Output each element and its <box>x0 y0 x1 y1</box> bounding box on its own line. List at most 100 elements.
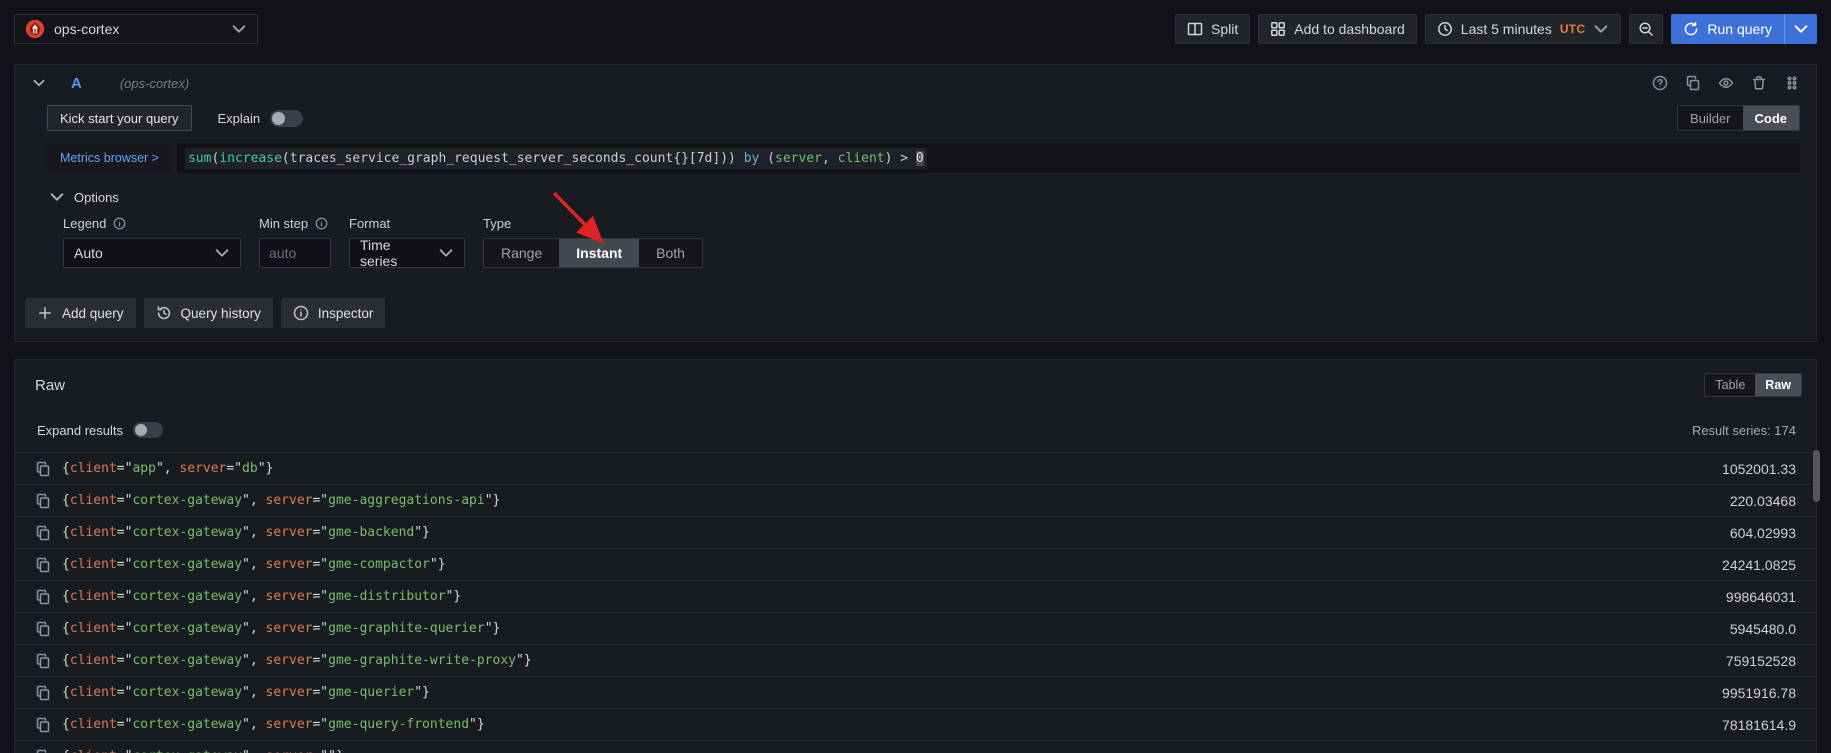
label-punct: =" <box>312 621 329 636</box>
zoom-out-button[interactable] <box>1629 14 1664 44</box>
copy-icon[interactable] <box>35 525 51 541</box>
add-query-label: Add query <box>62 305 124 321</box>
label-value-server: gme-aggregations-api <box>328 493 485 508</box>
copy-icon[interactable] <box>35 653 51 669</box>
query-ref-id[interactable]: A <box>71 75 82 92</box>
label-punct: { <box>62 557 70 572</box>
series-label: {client="cortex-gateway", server="gme-gr… <box>62 653 532 668</box>
label-punct: ", <box>242 621 266 636</box>
add-query-button[interactable]: Add query <box>25 298 136 328</box>
results-header: Raw Table Raw <box>15 360 1816 398</box>
type-instant[interactable]: Instant <box>559 239 640 267</box>
series-value: 78181614.9 <box>1722 716 1796 733</box>
result-row[interactable]: {client="cortex-gateway", server="gme-co… <box>15 548 1816 580</box>
copy-icon[interactable] <box>35 461 51 477</box>
label-punct: { <box>62 589 70 604</box>
options-section-toggle[interactable]: Options <box>49 189 1800 205</box>
drag-handle-icon[interactable] <box>1784 75 1800 91</box>
query-field-row: Metrics browser > sum (increase(traces_se… <box>47 143 1800 173</box>
help-icon[interactable] <box>1652 75 1668 91</box>
type-both[interactable]: Both <box>639 239 702 267</box>
query-code-editor[interactable]: sum (increase(traces_service_graph_reques… <box>176 143 1800 173</box>
label-value-server: gme-query-frontend <box>328 717 470 732</box>
timezone-badge: UTC <box>1559 22 1586 36</box>
copy-icon[interactable] <box>35 557 51 573</box>
series-value: 24241.0825 <box>1722 556 1796 573</box>
datasource-picker[interactable]: ops-cortex <box>14 14 258 44</box>
min-step-input[interactable] <box>259 238 331 268</box>
result-row[interactable]: {client="app", server="db"} 1052001.33 <box>15 452 1816 484</box>
eye-icon[interactable] <box>1718 75 1734 91</box>
legend-field: Legend Auto <box>63 215 241 268</box>
run-query-dropdown[interactable] <box>1784 14 1817 44</box>
chevron-down-icon <box>231 21 247 37</box>
mode-code[interactable]: Code <box>1742 106 1799 130</box>
label-punct: "} <box>429 557 446 572</box>
type-range[interactable]: Range <box>484 239 559 267</box>
label-value-server: gme-distributor <box>328 589 446 604</box>
info-circle-icon <box>315 217 328 230</box>
copy-icon[interactable] <box>35 589 51 605</box>
view-table[interactable]: Table <box>1705 374 1755 396</box>
label-punct: { <box>62 621 70 636</box>
collapse-chevron-icon[interactable] <box>31 75 47 91</box>
copy-icon[interactable] <box>35 493 51 509</box>
vertical-scrollbar-thumb[interactable] <box>1813 450 1820 502</box>
chevron-down-icon <box>214 245 230 261</box>
series-label: {client="app", server="db"} <box>62 461 273 476</box>
result-row[interactable]: {client="cortex-gateway", server="gme-qu… <box>15 708 1816 740</box>
label-punct: "} <box>414 685 430 700</box>
series-label: {client="cortex-gateway", server="gme-gr… <box>62 621 500 636</box>
label-key: server <box>265 589 313 604</box>
label-key: server <box>265 621 313 636</box>
label-value-client: cortex-gateway <box>132 685 243 700</box>
legend-select[interactable]: Auto <box>63 238 241 268</box>
label-key: server <box>265 717 313 732</box>
copy-icon[interactable] <box>35 685 51 701</box>
result-row[interactable]: {client="cortex-gateway", server="gme-ba… <box>15 516 1816 548</box>
metrics-browser-button[interactable]: Metrics browser > <box>47 143 172 173</box>
copy-icon[interactable] <box>35 621 51 637</box>
label-key: client <box>70 749 117 753</box>
mode-builder[interactable]: Builder <box>1678 106 1742 130</box>
results-panel-title: Raw <box>35 376 66 394</box>
query-token-cursor: 0 <box>915 150 924 166</box>
query-history-button[interactable]: Query history <box>143 298 273 328</box>
label-punct: "} <box>257 461 274 476</box>
expand-results-toggle[interactable] <box>133 422 163 438</box>
run-query-button[interactable]: Run query <box>1671 14 1784 44</box>
result-row[interactable]: {client="cortex-gateway", server=""} <box>15 740 1816 753</box>
copy-icon[interactable] <box>35 749 51 753</box>
result-row[interactable]: {client="cortex-gateway", server="gme-gr… <box>15 644 1816 676</box>
label-punct: "} <box>484 621 501 636</box>
label-punct: =" <box>312 589 329 604</box>
format-select[interactable]: Time series <box>349 237 465 269</box>
inspector-button[interactable]: Inspector <box>280 298 386 328</box>
copy-icon[interactable] <box>35 717 51 733</box>
time-range-picker[interactable]: Last 5 minutes UTC <box>1424 14 1622 44</box>
explain-toggle[interactable] <box>270 109 304 127</box>
result-row[interactable]: {client="cortex-gateway", server="gme-gr… <box>15 612 1816 644</box>
label-punct: "} <box>328 749 344 753</box>
result-row[interactable]: {client="cortex-gateway", server="gme-ag… <box>15 484 1816 516</box>
result-row[interactable]: {client="cortex-gateway", server="gme-di… <box>15 580 1816 612</box>
label-value-server: gme-querier <box>328 685 415 700</box>
duplicate-query-icon[interactable] <box>1685 75 1701 91</box>
chevron-down-icon <box>49 189 65 205</box>
result-row[interactable]: {client="cortex-gateway", server="gme-qu… <box>15 676 1816 708</box>
kick-start-button[interactable]: Kick start your query <box>47 105 192 131</box>
trash-icon[interactable] <box>1751 75 1767 91</box>
split-button[interactable]: Split <box>1175 14 1251 44</box>
label-value-server: db <box>242 461 258 476</box>
label-punct: =" <box>312 685 329 700</box>
label-punct: =" <box>116 621 133 636</box>
add-to-dashboard-button[interactable]: Add to dashboard <box>1258 14 1417 44</box>
label-punct: "} <box>515 653 532 668</box>
label-punct: =" <box>116 589 133 604</box>
view-raw[interactable]: Raw <box>1755 374 1801 396</box>
label-key: server <box>266 749 313 753</box>
info-circle-icon <box>113 217 126 230</box>
query-token: client <box>837 150 885 166</box>
label-value-server: gme-graphite-write-proxy <box>328 653 516 668</box>
format-select-value: Time series <box>360 237 398 269</box>
